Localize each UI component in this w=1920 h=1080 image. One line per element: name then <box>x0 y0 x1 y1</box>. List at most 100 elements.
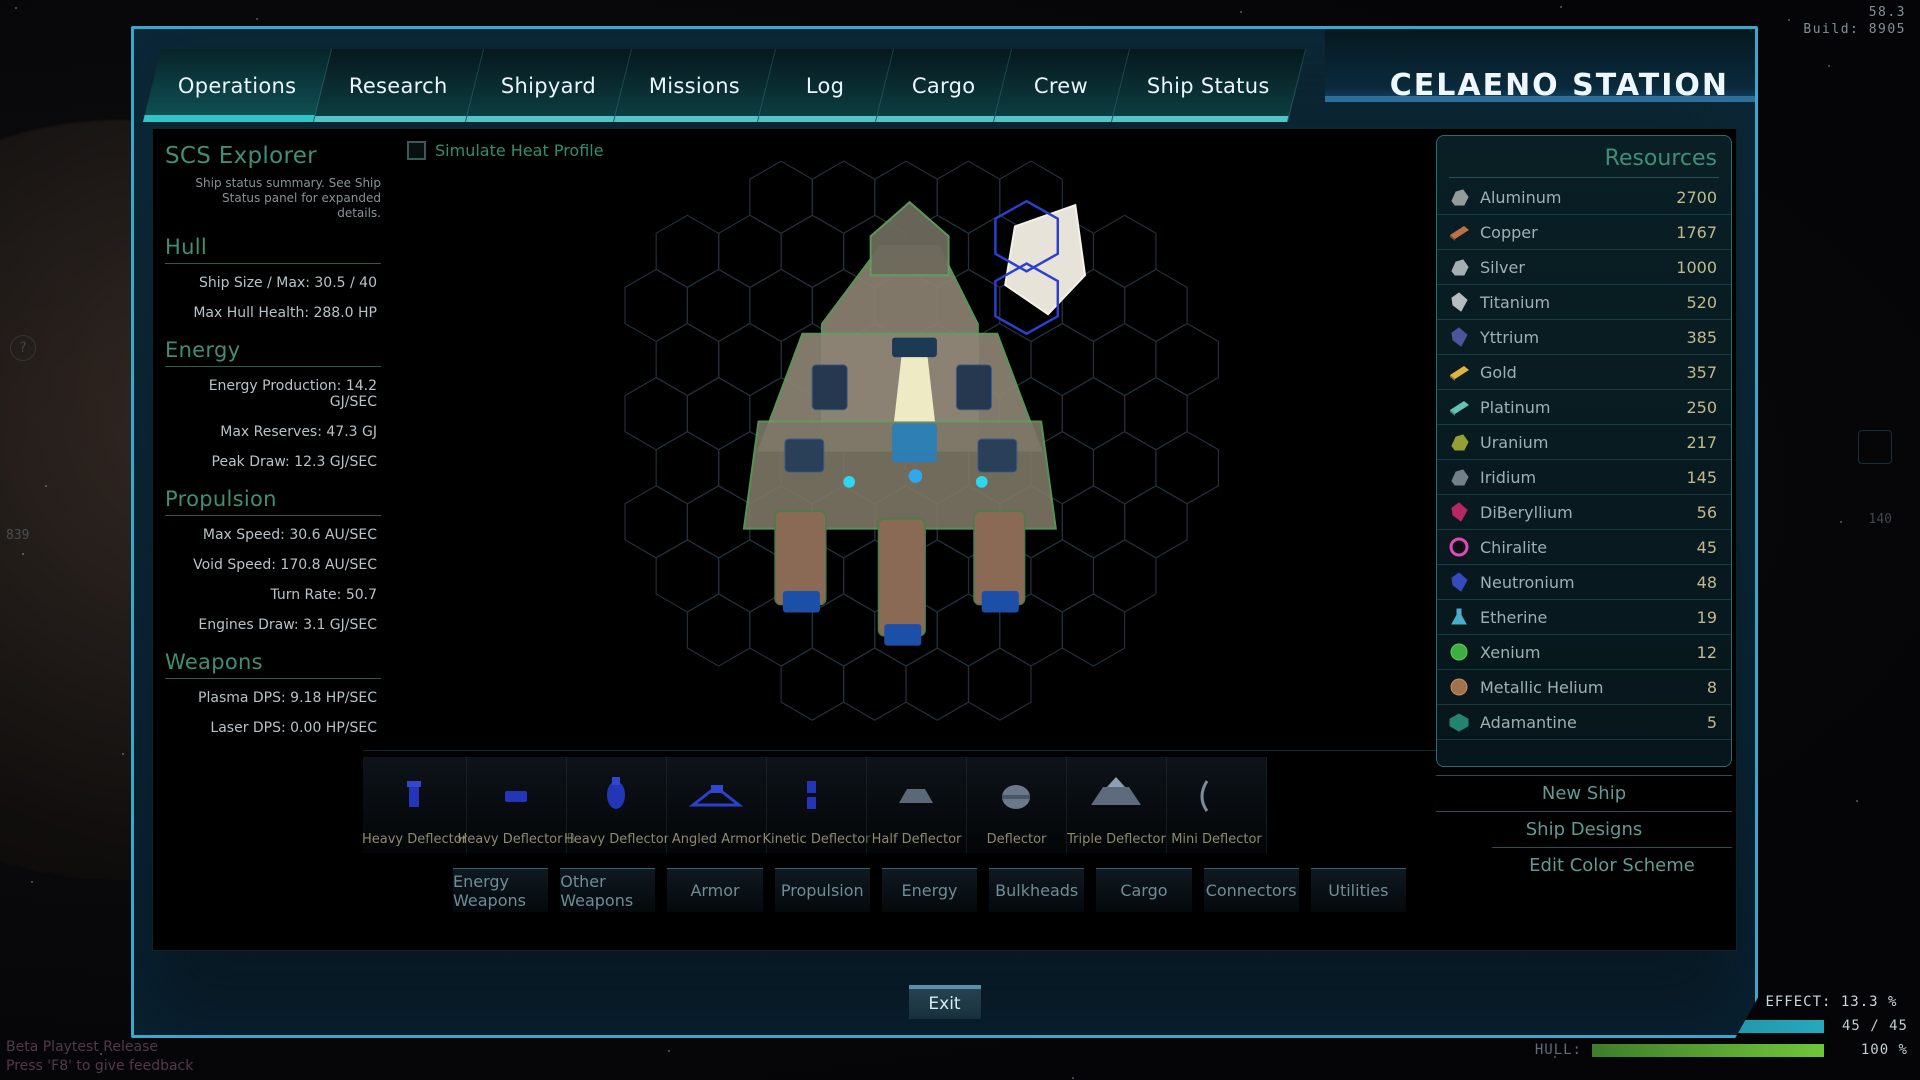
ship-blueprint[interactable] <box>393 129 1436 753</box>
resource-name: Xenium <box>1480 643 1697 662</box>
compass-badge-icon[interactable] <box>1858 430 1892 464</box>
resource-name: Uranium <box>1480 433 1686 452</box>
category-tab-utilities[interactable]: Utilities <box>1311 868 1406 912</box>
resource-row[interactable]: Titanium 520 <box>1437 285 1731 320</box>
resource-row[interactable]: Chiralite 45 <box>1437 530 1731 565</box>
palette-part[interactable]: Triple Deflector <box>1067 757 1167 853</box>
resource-name: Platinum <box>1480 398 1686 417</box>
stat-row: Max Reserves: 47.3 GJ <box>165 417 381 447</box>
resource-row[interactable]: Xenium 12 <box>1437 635 1731 670</box>
nav-tab-operations[interactable]: Operations <box>143 49 333 122</box>
nav-tab-list: Operations Research Shipyard Missions Log Car… <box>152 49 1297 122</box>
build-info: 58.3 Build: 8905 <box>1803 4 1906 38</box>
resource-row[interactable]: Etherine 19 <box>1437 600 1731 635</box>
ore-chunk-icon <box>1447 186 1471 208</box>
background-range-readout: 140 <box>1869 512 1892 527</box>
resource-row[interactable]: Uranium 217 <box>1437 425 1731 460</box>
nav-tab-log[interactable]: Log <box>758 49 894 122</box>
nav-tab-research[interactable]: Research <box>314 49 484 122</box>
resource-row[interactable]: Copper 1767 <box>1437 215 1731 250</box>
version-label: 58.3 <box>1803 4 1906 21</box>
ship-editor-canvas[interactable]: Simulate Heat Profile <box>393 129 1436 780</box>
nav-tab-cargo[interactable]: Cargo <box>876 49 1012 122</box>
stat-row: Energy Production: 14.2 GJ/SEC <box>165 371 381 417</box>
category-tab-energy-weapons[interactable]: Energy Weapons <box>453 868 548 912</box>
nav-tab-missions[interactable]: Missions <box>614 49 776 122</box>
palette-part[interactable]: Angled Armor <box>667 757 767 853</box>
nav-tab-label: Log <box>807 74 845 98</box>
help-icon[interactable]: ? <box>10 335 36 361</box>
nav-tab-ship-status[interactable]: Ship Status <box>1112 49 1306 122</box>
resource-row[interactable]: DiBeryllium 56 <box>1437 495 1731 530</box>
resource-row[interactable]: Iridium 145 <box>1437 460 1731 495</box>
stats-section-title-energy: Energy <box>165 338 381 362</box>
category-tab-armor[interactable]: Armor <box>667 868 762 912</box>
resource-row[interactable]: Platinum 250 <box>1437 390 1731 425</box>
palette-part[interactable]: Heavy Deflector <box>567 757 667 853</box>
iridium-rock-icon <box>1447 466 1471 488</box>
palette-part[interactable]: Heavy Deflector B <box>467 757 567 853</box>
background-altitude-readout: 839 <box>6 528 29 543</box>
category-tab-connectors[interactable]: Connectors <box>1204 868 1299 912</box>
category-tab-other-weapons[interactable]: Other Weapons <box>560 868 655 912</box>
part-label: Heavy Deflector B <box>457 832 575 853</box>
resource-row[interactable]: Silver 1000 <box>1437 250 1731 285</box>
part-label: Heavy Deflector <box>564 832 669 853</box>
uranium-rock-icon <box>1447 431 1471 453</box>
palette-part[interactable]: Kinetic Deflector <box>767 757 867 853</box>
hud-hull-label: HULL: <box>1480 1042 1592 1058</box>
category-tab-bulkheads[interactable]: Bulkheads <box>989 868 1084 912</box>
diberyllium-gem-icon <box>1447 501 1471 523</box>
beta-line-2: Press 'F8' to give feedback <box>6 1057 193 1076</box>
stats-section-title-hull: Hull <box>165 235 381 259</box>
resource-name: Metallic Helium <box>1480 678 1707 697</box>
resource-row[interactable]: Yttrium 385 <box>1437 320 1731 355</box>
palette-part[interactable]: Half Deflector <box>867 757 967 853</box>
ship-designs-button[interactable]: Ship Designs <box>1436 811 1732 847</box>
category-tab-energy[interactable]: Energy <box>882 868 977 912</box>
resource-name: Aluminum <box>1480 188 1676 207</box>
resource-amount: 250 <box>1686 398 1717 417</box>
hud-hull-value: 100 % <box>1824 1042 1920 1058</box>
resource-amount: 8 <box>1707 678 1717 697</box>
stats-section-title-weapons: Weapons <box>165 650 381 674</box>
palette-part[interactable]: Heavy Deflector <box>363 757 467 853</box>
category-tab-bar: Energy Weapons Other Weapons Armor Propulsi… <box>453 868 1406 912</box>
nav-tab-label: Operations <box>178 74 296 98</box>
etherine-flask-icon <box>1447 606 1471 628</box>
stats-section-rule <box>165 515 381 516</box>
chiralite-ring-icon <box>1447 536 1471 558</box>
resource-row[interactable]: Adamantine 5 <box>1437 705 1731 740</box>
part-thumbnail-icon <box>467 771 566 817</box>
nav-tab-label: Cargo <box>912 74 975 98</box>
new-ship-button[interactable]: New Ship <box>1436 775 1732 811</box>
resource-amount: 145 <box>1686 468 1717 487</box>
stat-row: Plasma DPS: 9.18 HP/SEC <box>165 683 381 713</box>
nav-tab-label: Crew <box>1035 74 1089 98</box>
ship-stats-panel: SCS Explorer Ship status summary. See Sh… <box>153 129 393 780</box>
adamantine-cube-icon <box>1447 711 1471 733</box>
hud-hull-row: HULL: 100 % <box>1480 1038 1920 1062</box>
nav-tab-crew[interactable]: Crew <box>994 49 1130 122</box>
category-tab-propulsion[interactable]: Propulsion <box>775 868 870 912</box>
part-label: Kinetic Deflector <box>762 832 870 853</box>
resource-row[interactable]: Aluminum 2700 <box>1437 180 1731 215</box>
palette-part[interactable]: Mini Deflector <box>1167 757 1267 853</box>
resource-row[interactable]: Neutronium 48 <box>1437 565 1731 600</box>
stat-row: Ship Size / Max: 30.5 / 40 <box>165 268 381 298</box>
neutronium-shard-icon <box>1447 571 1471 593</box>
resource-row[interactable]: Gold 357 <box>1437 355 1731 390</box>
nav-tab-shipyard[interactable]: Shipyard <box>466 49 632 122</box>
stat-row: Max Hull Health: 288.0 HP <box>165 298 381 328</box>
resource-amount: 48 <box>1697 573 1717 592</box>
stat-row: Laser DPS: 0.00 HP/SEC <box>165 713 381 743</box>
resource-name: Chiralite <box>1480 538 1697 557</box>
resource-row[interactable]: Metallic Helium 8 <box>1437 670 1731 705</box>
part-thumbnail-icon <box>1167 771 1266 817</box>
edit-color-scheme-button[interactable]: Edit Color Scheme <box>1492 847 1732 883</box>
category-tab-cargo[interactable]: Cargo <box>1096 868 1191 912</box>
platinum-bar-icon <box>1447 396 1471 418</box>
palette-part[interactable]: Deflector <box>967 757 1067 853</box>
resource-amount: 1767 <box>1676 223 1717 242</box>
exit-button[interactable]: Exit <box>909 985 981 1019</box>
